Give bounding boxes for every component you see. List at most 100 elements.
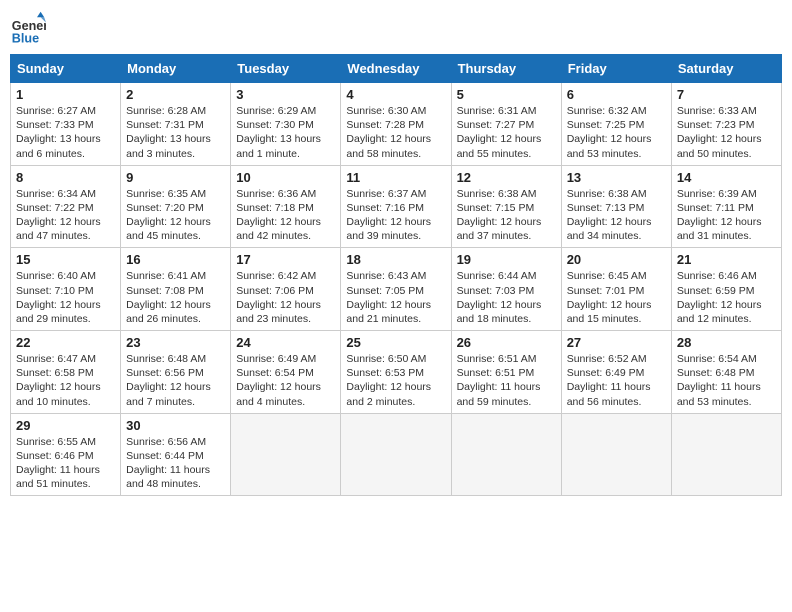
day-number: 3 xyxy=(236,87,335,102)
calendar-cell: 9 Sunrise: 6:35 AMSunset: 7:20 PMDaylight… xyxy=(121,165,231,248)
day-number: 6 xyxy=(567,87,666,102)
calendar-cell: 8 Sunrise: 6:34 AMSunset: 7:22 PMDaylight… xyxy=(11,165,121,248)
day-number: 14 xyxy=(677,170,776,185)
day-number: 4 xyxy=(346,87,445,102)
calendar-header-row: SundayMondayTuesdayWednesdayThursdayFrid… xyxy=(11,55,782,83)
calendar-row-1: 1 Sunrise: 6:27 AMSunset: 7:33 PMDaylight… xyxy=(11,83,782,166)
day-number: 16 xyxy=(126,252,225,267)
calendar-cell: 13 Sunrise: 6:38 AMSunset: 7:13 PMDayligh… xyxy=(561,165,671,248)
day-info: Sunrise: 6:43 AMSunset: 7:05 PMDaylight:… xyxy=(346,269,445,326)
day-number: 23 xyxy=(126,335,225,350)
day-number: 22 xyxy=(16,335,115,350)
logo-icon: General Blue xyxy=(10,10,46,46)
day-number: 26 xyxy=(457,335,556,350)
calendar-cell: 15Sunrise: 6:40 AMSunset: 7:10 PMDayligh… xyxy=(11,248,121,331)
day-number: 2 xyxy=(126,87,225,102)
col-header-tuesday: Tuesday xyxy=(231,55,341,83)
calendar-cell: 12 Sunrise: 6:38 AMSunset: 7:15 PMDayligh… xyxy=(451,165,561,248)
day-info: Sunrise: 6:29 AMSunset: 7:30 PMDaylight:… xyxy=(236,104,335,161)
day-number: 10 xyxy=(236,170,335,185)
day-info: Sunrise: 6:31 AMSunset: 7:27 PMDaylight:… xyxy=(457,104,556,161)
day-number: 21 xyxy=(677,252,776,267)
calendar-cell xyxy=(341,413,451,496)
calendar-cell: 1 Sunrise: 6:27 AMSunset: 7:33 PMDaylight… xyxy=(11,83,121,166)
calendar-row-4: 22 Sunrise: 6:47 AMSunset: 6:58 PMDayligh… xyxy=(11,331,782,414)
day-info: Sunrise: 6:55 AMSunset: 6:46 PMDaylight:… xyxy=(16,435,115,492)
day-number: 5 xyxy=(457,87,556,102)
day-info: Sunrise: 6:48 AMSunset: 6:56 PMDaylight:… xyxy=(126,352,225,409)
day-info: Sunrise: 6:51 AMSunset: 6:51 PMDaylight:… xyxy=(457,352,556,409)
calendar-cell: 23 Sunrise: 6:48 AMSunset: 6:56 PMDayligh… xyxy=(121,331,231,414)
calendar-cell: 20 Sunrise: 6:45 AMSunset: 7:01 PMDayligh… xyxy=(561,248,671,331)
day-number: 11 xyxy=(346,170,445,185)
calendar-cell: 7 Sunrise: 6:33 AMSunset: 7:23 PMDaylight… xyxy=(671,83,781,166)
calendar-cell: 17 Sunrise: 6:42 AMSunset: 7:06 PMDayligh… xyxy=(231,248,341,331)
day-info: Sunrise: 6:38 AMSunset: 7:13 PMDaylight:… xyxy=(567,187,666,244)
day-number: 25 xyxy=(346,335,445,350)
col-header-thursday: Thursday xyxy=(451,55,561,83)
calendar-cell: 2 Sunrise: 6:28 AMSunset: 7:31 PMDaylight… xyxy=(121,83,231,166)
calendar-table: SundayMondayTuesdayWednesdayThursdayFrid… xyxy=(10,54,782,496)
calendar-cell: 11 Sunrise: 6:37 AMSunset: 7:16 PMDayligh… xyxy=(341,165,451,248)
day-info: Sunrise: 6:38 AMSunset: 7:15 PMDaylight:… xyxy=(457,187,556,244)
day-number: 19 xyxy=(457,252,556,267)
col-header-saturday: Saturday xyxy=(671,55,781,83)
calendar-row-3: 15Sunrise: 6:40 AMSunset: 7:10 PMDayligh… xyxy=(11,248,782,331)
day-number: 9 xyxy=(126,170,225,185)
day-info: Sunrise: 6:44 AMSunset: 7:03 PMDaylight:… xyxy=(457,269,556,326)
day-info: Sunrise: 6:37 AMSunset: 7:16 PMDaylight:… xyxy=(346,187,445,244)
logo: General Blue xyxy=(10,10,50,46)
calendar-cell: 21 Sunrise: 6:46 AMSunset: 6:59 PMDayligh… xyxy=(671,248,781,331)
day-number: 28 xyxy=(677,335,776,350)
col-header-sunday: Sunday xyxy=(11,55,121,83)
day-number: 27 xyxy=(567,335,666,350)
day-info: Sunrise: 6:39 AMSunset: 7:11 PMDaylight:… xyxy=(677,187,776,244)
day-number: 18 xyxy=(346,252,445,267)
day-number: 13 xyxy=(567,170,666,185)
col-header-friday: Friday xyxy=(561,55,671,83)
day-info: Sunrise: 6:30 AMSunset: 7:28 PMDaylight:… xyxy=(346,104,445,161)
day-number: 15 xyxy=(16,252,115,267)
day-info: Sunrise: 6:47 AMSunset: 6:58 PMDaylight:… xyxy=(16,352,115,409)
day-info: Sunrise: 6:35 AMSunset: 7:20 PMDaylight:… xyxy=(126,187,225,244)
calendar-cell xyxy=(451,413,561,496)
day-info: Sunrise: 6:52 AMSunset: 6:49 PMDaylight:… xyxy=(567,352,666,409)
svg-text:Blue: Blue xyxy=(12,31,39,45)
day-info: Sunrise: 6:54 AMSunset: 6:48 PMDaylight:… xyxy=(677,352,776,409)
calendar-cell: 6Sunrise: 6:32 AMSunset: 7:25 PMDaylight… xyxy=(561,83,671,166)
calendar-cell: 29Sunrise: 6:55 AMSunset: 6:46 PMDayligh… xyxy=(11,413,121,496)
day-info: Sunrise: 6:42 AMSunset: 7:06 PMDaylight:… xyxy=(236,269,335,326)
day-info: Sunrise: 6:36 AMSunset: 7:18 PMDaylight:… xyxy=(236,187,335,244)
calendar-cell: 24Sunrise: 6:49 AMSunset: 6:54 PMDayligh… xyxy=(231,331,341,414)
calendar-cell xyxy=(671,413,781,496)
day-info: Sunrise: 6:41 AMSunset: 7:08 PMDaylight:… xyxy=(126,269,225,326)
day-number: 8 xyxy=(16,170,115,185)
day-number: 12 xyxy=(457,170,556,185)
calendar-cell: 3 Sunrise: 6:29 AMSunset: 7:30 PMDaylight… xyxy=(231,83,341,166)
calendar-cell: 28 Sunrise: 6:54 AMSunset: 6:48 PMDayligh… xyxy=(671,331,781,414)
day-number: 24 xyxy=(236,335,335,350)
day-number: 20 xyxy=(567,252,666,267)
calendar-row-2: 8 Sunrise: 6:34 AMSunset: 7:22 PMDaylight… xyxy=(11,165,782,248)
calendar-cell: 4 Sunrise: 6:30 AMSunset: 7:28 PMDaylight… xyxy=(341,83,451,166)
calendar-cell: 16 Sunrise: 6:41 AMSunset: 7:08 PMDayligh… xyxy=(121,248,231,331)
day-info: Sunrise: 6:56 AMSunset: 6:44 PMDaylight:… xyxy=(126,435,225,492)
day-info: Sunrise: 6:28 AMSunset: 7:31 PMDaylight:… xyxy=(126,104,225,161)
day-number: 17 xyxy=(236,252,335,267)
day-info: Sunrise: 6:27 AMSunset: 7:33 PMDaylight:… xyxy=(16,104,115,161)
calendar-cell: 19 Sunrise: 6:44 AMSunset: 7:03 PMDayligh… xyxy=(451,248,561,331)
day-info: Sunrise: 6:34 AMSunset: 7:22 PMDaylight:… xyxy=(16,187,115,244)
calendar-cell: 25Sunrise: 6:50 AMSunset: 6:53 PMDayligh… xyxy=(341,331,451,414)
day-info: Sunrise: 6:45 AMSunset: 7:01 PMDaylight:… xyxy=(567,269,666,326)
calendar-cell: 5 Sunrise: 6:31 AMSunset: 7:27 PMDaylight… xyxy=(451,83,561,166)
day-info: Sunrise: 6:33 AMSunset: 7:23 PMDaylight:… xyxy=(677,104,776,161)
day-number: 7 xyxy=(677,87,776,102)
calendar-cell: 10 Sunrise: 6:36 AMSunset: 7:18 PMDayligh… xyxy=(231,165,341,248)
page-header: General Blue xyxy=(10,10,782,46)
calendar-cell: 27 Sunrise: 6:52 AMSunset: 6:49 PMDayligh… xyxy=(561,331,671,414)
calendar-cell: 22 Sunrise: 6:47 AMSunset: 6:58 PMDayligh… xyxy=(11,331,121,414)
calendar-cell: 30Sunrise: 6:56 AMSunset: 6:44 PMDayligh… xyxy=(121,413,231,496)
day-info: Sunrise: 6:46 AMSunset: 6:59 PMDaylight:… xyxy=(677,269,776,326)
day-number: 1 xyxy=(16,87,115,102)
calendar-cell xyxy=(561,413,671,496)
